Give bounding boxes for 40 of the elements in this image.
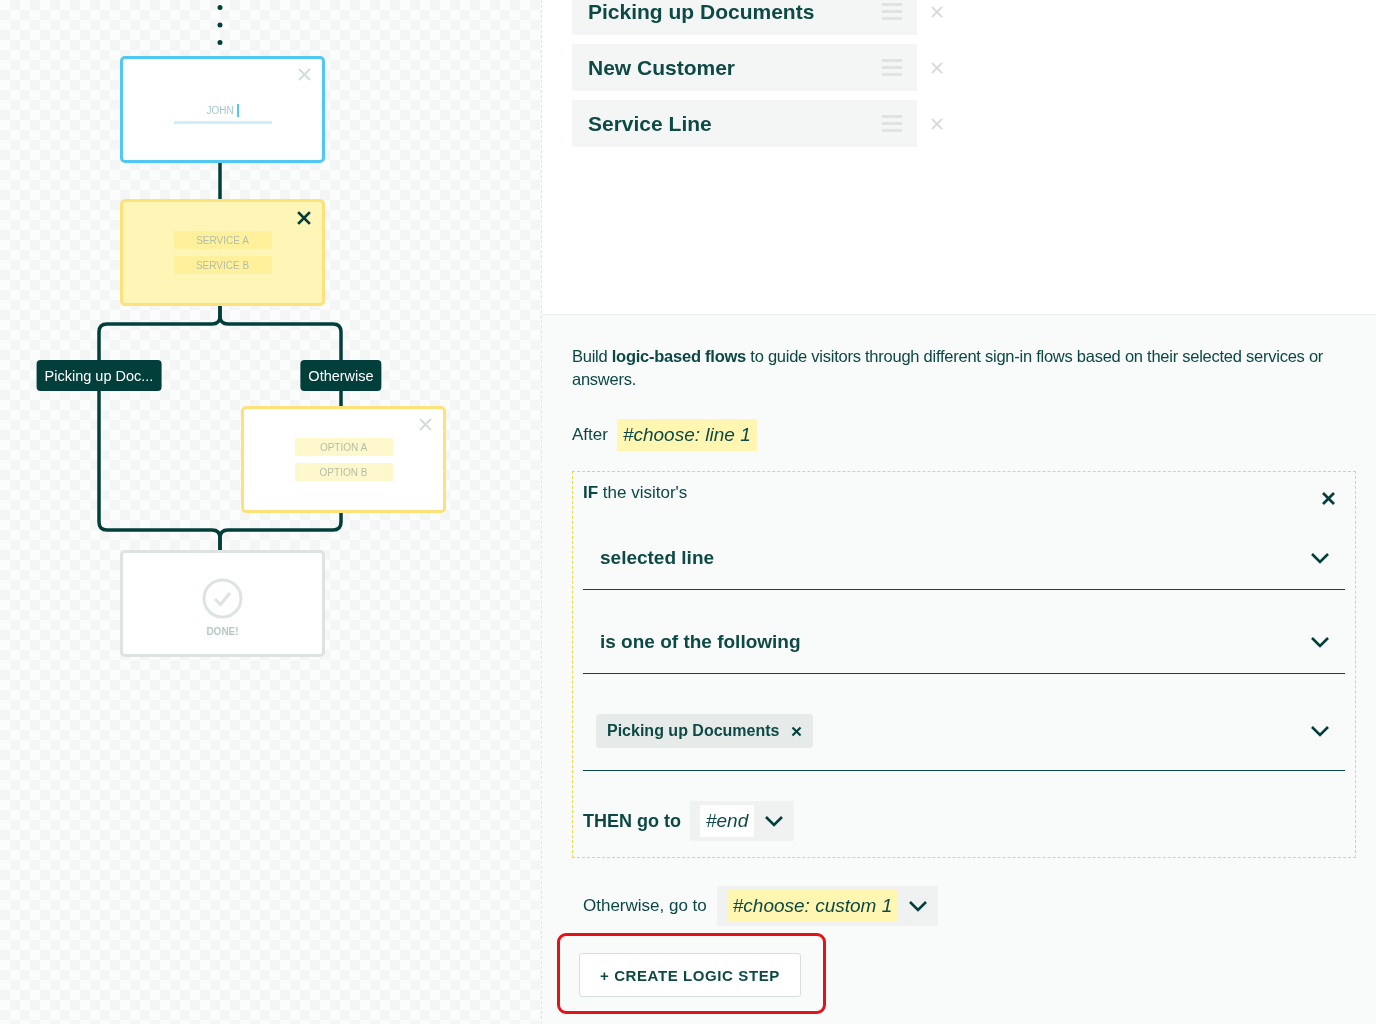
description-text: Build logic-based flows to guide visitors through different sign-in flows based on their selected services or answers. — [572, 346, 1325, 390]
option-pill: OPTION A — [294, 438, 393, 456]
chevron-down-icon — [764, 815, 785, 827]
chevron-down-icon — [1310, 635, 1330, 648]
text-cursor-icon — [236, 103, 239, 117]
chevron-down-icon — [1310, 551, 1330, 564]
otherwise-label: Otherwise, go to — [583, 896, 707, 916]
remove-icon[interactable] — [791, 725, 803, 737]
line-label: New Customer — [588, 55, 736, 80]
condition-heading: IF the visitor's — [583, 482, 688, 504]
branch-label: Picking up Doc... — [36, 360, 162, 391]
chevron-down-icon — [908, 900, 929, 912]
target-dropdown[interactable]: #end — [690, 801, 795, 841]
line-label: Picking up Documents — [588, 0, 815, 24]
target-value: #end — [700, 805, 755, 837]
branch-label: Otherwise — [300, 360, 382, 391]
list-item[interactable]: New Customer — [572, 44, 917, 91]
option-pill: SERVICE B — [173, 256, 272, 274]
tags-select[interactable]: Picking up Documents — [583, 694, 1345, 771]
then-label: THEN go to — [583, 810, 681, 832]
connector-line — [218, 160, 222, 201]
line-label: Service Line — [588, 111, 712, 136]
option-pill: SERVICE A — [173, 231, 272, 249]
close-icon[interactable] — [296, 210, 312, 226]
list-item[interactable]: Service Line — [572, 100, 917, 147]
tag-chip[interactable]: Picking up Documents — [596, 714, 814, 748]
check-circle-icon — [202, 578, 243, 619]
step-tag: #choose: line 1 — [616, 419, 757, 451]
done-text: DONE! — [206, 626, 239, 637]
create-logic-step-button[interactable]: + CREATE LOGIC STEP — [579, 953, 801, 997]
dropdown-select[interactable]: is one of the following — [583, 610, 1345, 674]
after-label: After — [572, 425, 608, 445]
option-pill: OPTION B — [294, 463, 393, 481]
target-value: #choose: custom 1 — [726, 890, 899, 922]
close-icon[interactable] — [1321, 491, 1336, 506]
target-dropdown[interactable]: #choose: custom 1 — [716, 886, 939, 926]
chevron-down-icon — [1310, 725, 1330, 737]
list-item[interactable]: Picking up Documents — [572, 0, 917, 35]
dropdown-select[interactable]: selected line — [583, 526, 1345, 590]
connector-line — [339, 389, 343, 408]
